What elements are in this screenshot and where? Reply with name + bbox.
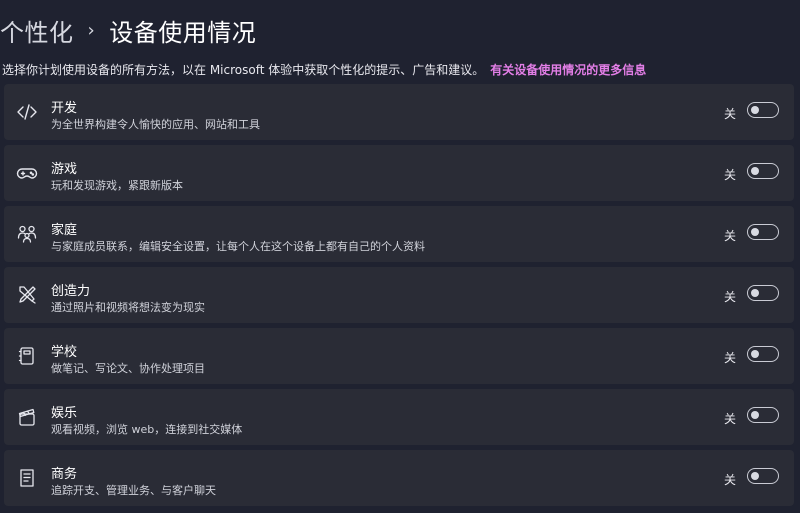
- usage-item-creativity: 创造力 通过照片和视频将想法变为现实 关: [4, 267, 794, 323]
- creativity-icon: [16, 284, 38, 306]
- page-description: 选择你计划使用设备的所有方法，以在 Microsoft 体验中获取个性化的提示、…: [2, 61, 646, 78]
- usage-item-subtitle: 与家庭成员联系，编辑安全设置，让每个人在这个设备上都有自己的个人资料: [51, 240, 425, 253]
- gamepad-icon: [16, 162, 38, 184]
- usage-item-business: 商务 追踪开支、管理业务、与客户聊天 关: [4, 450, 794, 506]
- family-toggle[interactable]: [747, 224, 779, 240]
- usage-item-title: 学校: [51, 345, 78, 360]
- toggle-state-label: 关: [723, 412, 736, 426]
- usage-item-title: 创造力: [51, 284, 91, 299]
- toggle-knob: [751, 349, 759, 358]
- creativity-toggle[interactable]: [747, 285, 779, 301]
- usage-item-title: 商务: [51, 467, 78, 482]
- learn-more-link[interactable]: 有关设备使用情况的更多信息: [490, 63, 646, 77]
- toggle-state-label: 关: [723, 473, 736, 487]
- usage-item-school: 学校 做笔记、写论文、协作处理项目 关: [4, 328, 794, 384]
- usage-item-subtitle: 通过照片和视频将想法变为现实: [51, 301, 205, 314]
- toggle-knob: [751, 227, 759, 236]
- usage-list: 开发 为全世界构建令人愉快的应用、网站和工具 关 游戏 玩和发现游戏，紧跟新版本…: [4, 84, 794, 511]
- toggle-knob: [751, 471, 759, 480]
- family-icon: [16, 223, 38, 245]
- usage-item-subtitle: 追踪开支、管理业务、与客户聊天: [51, 484, 216, 497]
- usage-item-subtitle: 观看视频，浏览 web，连接到社交媒体: [51, 423, 243, 436]
- usage-item-gaming: 游戏 玩和发现游戏，紧跟新版本 关: [4, 145, 794, 201]
- toggle-knob: [751, 166, 759, 175]
- breadcrumb: 个性化 › 设备使用情况: [0, 8, 256, 52]
- school-toggle[interactable]: [747, 346, 779, 362]
- breadcrumb-parent[interactable]: 个性化: [0, 13, 74, 48]
- development-toggle[interactable]: [747, 102, 779, 118]
- usage-item-subtitle: 做笔记、写论文、协作处理项目: [51, 362, 205, 375]
- usage-item-subtitle: 玩和发现游戏，紧跟新版本: [51, 179, 183, 192]
- toggle-knob: [751, 105, 759, 114]
- gaming-toggle[interactable]: [747, 163, 779, 179]
- toggle-state-label: 关: [723, 229, 736, 243]
- notebook-icon: [16, 345, 38, 367]
- usage-item-development: 开发 为全世界构建令人愉快的应用、网站和工具 关: [4, 84, 794, 140]
- usage-item-title: 游戏: [51, 162, 78, 177]
- toggle-knob: [751, 288, 759, 297]
- toggle-state-label: 关: [723, 351, 736, 365]
- usage-item-title: 开发: [51, 101, 78, 116]
- usage-item-title: 娱乐: [51, 406, 78, 421]
- usage-item-title: 家庭: [51, 223, 78, 238]
- clapperboard-icon: [16, 406, 38, 428]
- description-text: 选择你计划使用设备的所有方法，以在 Microsoft 体验中获取个性化的提示、…: [2, 63, 485, 77]
- code-icon: [16, 101, 38, 123]
- document-icon: [16, 467, 38, 489]
- toggle-state-label: 关: [723, 107, 736, 121]
- toggle-state-label: 关: [723, 290, 736, 304]
- page-title: 设备使用情况: [109, 18, 257, 47]
- breadcrumb-separator-icon: ›: [87, 19, 96, 41]
- toggle-knob: [751, 410, 759, 419]
- entertainment-toggle[interactable]: [747, 407, 779, 423]
- usage-item-subtitle: 为全世界构建令人愉快的应用、网站和工具: [51, 118, 260, 131]
- usage-item-family: 家庭 与家庭成员联系，编辑安全设置，让每个人在这个设备上都有自己的个人资料 关: [4, 206, 794, 262]
- usage-item-entertainment: 娱乐 观看视频，浏览 web，连接到社交媒体 关: [4, 389, 794, 445]
- toggle-state-label: 关: [723, 168, 736, 182]
- business-toggle[interactable]: [747, 468, 779, 484]
